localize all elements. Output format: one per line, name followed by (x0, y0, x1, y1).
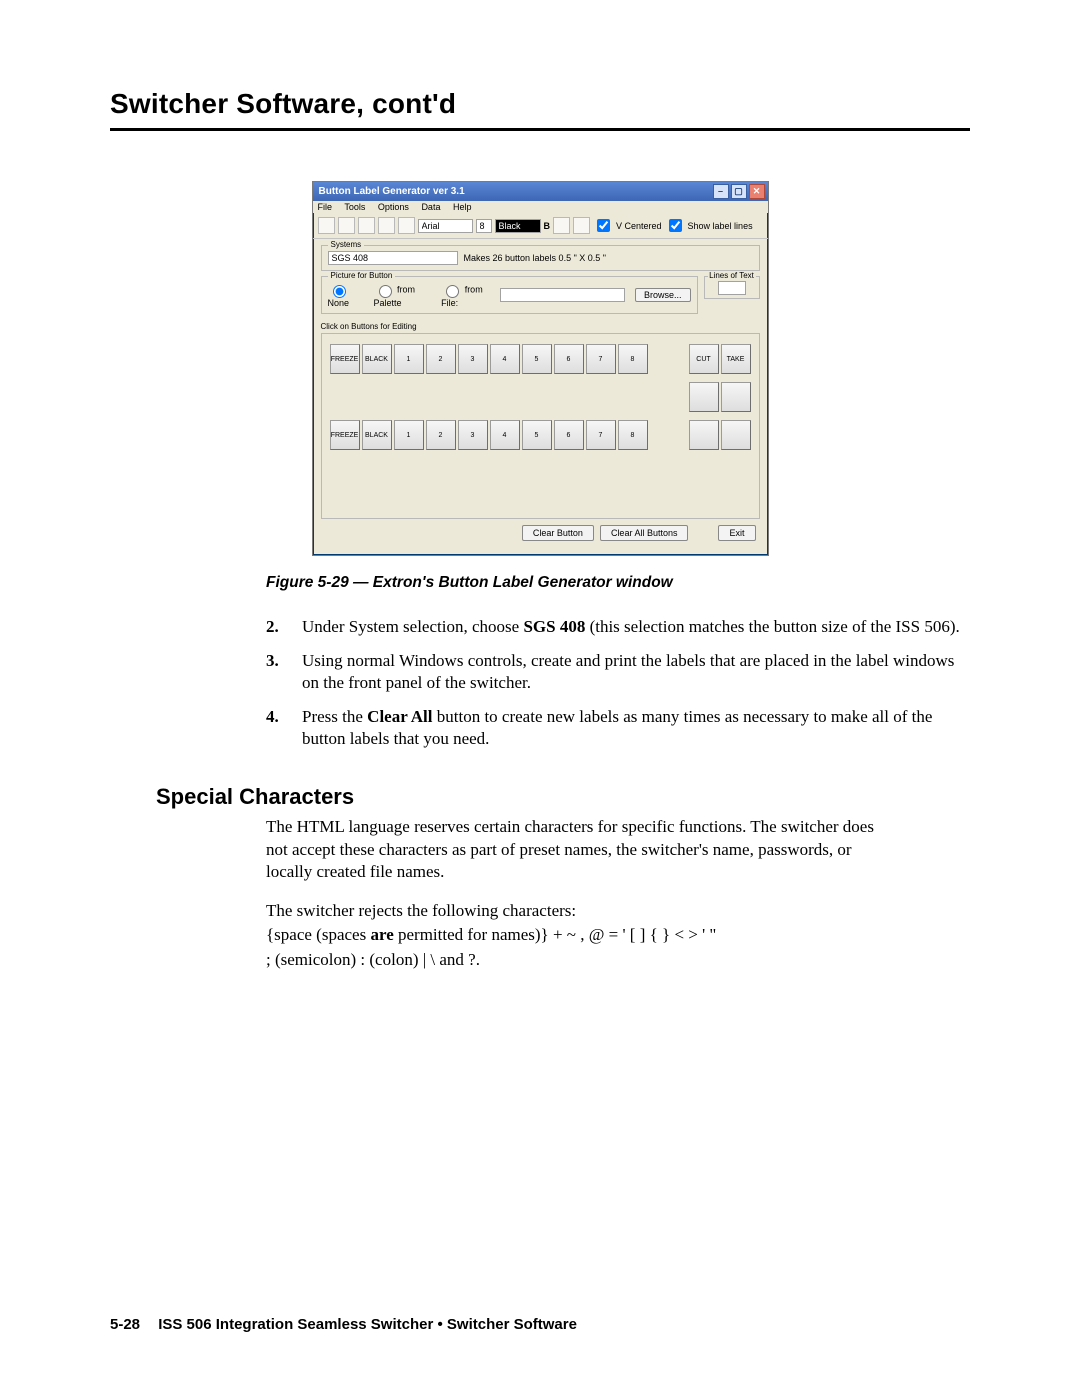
vcentered-checkbox[interactable] (597, 219, 610, 232)
steps-list: 2. Under System selection, choose SGS 40… (266, 616, 970, 750)
lines-of-text-field[interactable] (718, 281, 746, 295)
app-window: Button Label Generator ver 3.1 – ▢ ✕ Fil… (312, 181, 769, 556)
btn-black-b[interactable]: BLACK (362, 420, 392, 450)
step-4: 4. Press the Clear All button to create … (266, 706, 970, 750)
titlebar-title: Button Label Generator ver 3.1 (319, 186, 465, 197)
menu-options[interactable]: Options (378, 202, 409, 212)
btn-4[interactable]: 4 (490, 344, 520, 374)
btn-blank-r3b[interactable] (721, 420, 751, 450)
btn-blank-r2a[interactable] (689, 382, 719, 412)
menu-help[interactable]: Help (453, 202, 472, 212)
open-icon[interactable] (338, 217, 355, 234)
step-2: 2. Under System selection, choose SGS 40… (266, 616, 970, 638)
page-number: 5-28 (110, 1316, 140, 1333)
systems-select[interactable] (328, 251, 458, 265)
btn-7b[interactable]: 7 (586, 420, 616, 450)
special-p3: {space (spaces are permitted for names)}… (266, 924, 896, 946)
font-size-field[interactable] (476, 219, 492, 233)
systems-group-label: Systems (328, 240, 365, 249)
heading-rule (110, 128, 970, 131)
maximize-icon[interactable]: ▢ (731, 184, 747, 199)
step-3: 3. Using normal Windows controls, create… (266, 650, 970, 694)
page-heading: Switcher Software, cont'd (110, 88, 970, 120)
menubar: File Tools Options Data Help (313, 201, 768, 213)
special-p2: The switcher rejects the following chara… (266, 900, 896, 922)
systems-note: Makes 26 button labels 0.5 " X 0.5 " (464, 253, 606, 263)
btn-blank-r3a[interactable] (689, 420, 719, 450)
radio-palette[interactable]: from Palette (374, 282, 432, 308)
menu-data[interactable]: Data (421, 202, 440, 212)
new-icon[interactable] (318, 217, 335, 234)
print-icon[interactable] (378, 217, 395, 234)
picture-group: Picture for Button None from Palette fro… (321, 276, 698, 314)
btn-cut[interactable]: CUT (689, 344, 719, 374)
clear-button[interactable]: Clear Button (522, 525, 594, 541)
btn-1b[interactable]: 1 (394, 420, 424, 450)
picture-group-label: Picture for Button (328, 271, 396, 280)
clear-all-button[interactable]: Clear All Buttons (600, 525, 689, 541)
btn-freeze-b[interactable]: FREEZE (330, 420, 360, 450)
file-path-field[interactable] (500, 288, 625, 302)
lines-of-text-group: Lines of Text (704, 276, 760, 299)
btn-3[interactable]: 3 (458, 344, 488, 374)
btn-8[interactable]: 8 (618, 344, 648, 374)
btn-6[interactable]: 6 (554, 344, 584, 374)
radio-none[interactable]: None (328, 282, 364, 308)
figure-caption: Figure 5-29 — Extron's Button Label Gene… (266, 574, 970, 592)
minimize-icon[interactable]: – (713, 184, 729, 199)
align-center-icon[interactable] (573, 217, 590, 234)
btn-take[interactable]: TAKE (721, 344, 751, 374)
close-icon[interactable]: ✕ (749, 184, 765, 199)
showlines-checkbox[interactable] (669, 219, 682, 232)
btn-freeze[interactable]: FREEZE (330, 344, 360, 374)
btn-2b[interactable]: 2 (426, 420, 456, 450)
systems-group: Systems Makes 26 button labels 0.5 " X 0… (321, 245, 760, 271)
btn-7[interactable]: 7 (586, 344, 616, 374)
page-footer: 5-28 ISS 506 Integration Seamless Switch… (110, 1316, 577, 1333)
browse-button[interactable]: Browse... (635, 288, 691, 302)
btn-blank-r2b[interactable] (721, 382, 751, 412)
titlebar: Button Label Generator ver 3.1 – ▢ ✕ (313, 182, 768, 201)
btn-5b[interactable]: 5 (522, 420, 552, 450)
btn-3b[interactable]: 3 (458, 420, 488, 450)
btn-4b[interactable]: 4 (490, 420, 520, 450)
showlines-label: Show label lines (688, 221, 753, 231)
btn-black[interactable]: BLACK (362, 344, 392, 374)
toolbar: B V Centered Show label lines (313, 213, 768, 239)
font-color-select[interactable] (495, 219, 541, 233)
font-icon[interactable] (398, 217, 415, 234)
special-p1: The HTML language reserves certain chara… (266, 816, 896, 883)
btn-5[interactable]: 5 (522, 344, 552, 374)
btn-2[interactable]: 2 (426, 344, 456, 374)
exit-button[interactable]: Exit (718, 525, 755, 541)
menu-file[interactable]: File (318, 202, 333, 212)
bold-icon[interactable]: B (544, 221, 551, 231)
lines-of-text-label: Lines of Text (708, 271, 756, 280)
align-left-icon[interactable] (553, 217, 570, 234)
radio-file[interactable]: from File: (441, 282, 490, 308)
btn-1[interactable]: 1 (394, 344, 424, 374)
button-stage: FREEZE BLACK 1 2 3 4 5 6 7 8 CUT TAKE (321, 333, 760, 519)
special-p4: ; (semicolon) : (colon) | \ and ?. (266, 949, 896, 971)
section-heading: Special Characters (156, 784, 970, 810)
font-name-select[interactable] (418, 219, 473, 233)
btn-8b[interactable]: 8 (618, 420, 648, 450)
btn-6b[interactable]: 6 (554, 420, 584, 450)
menu-tools[interactable]: Tools (344, 202, 365, 212)
click-on-buttons-label: Click on Buttons for Editing (321, 322, 760, 331)
vcentered-label: V Centered (616, 221, 662, 231)
save-icon[interactable] (358, 217, 375, 234)
footer-text: ISS 506 Integration Seamless Switcher • … (158, 1316, 577, 1333)
